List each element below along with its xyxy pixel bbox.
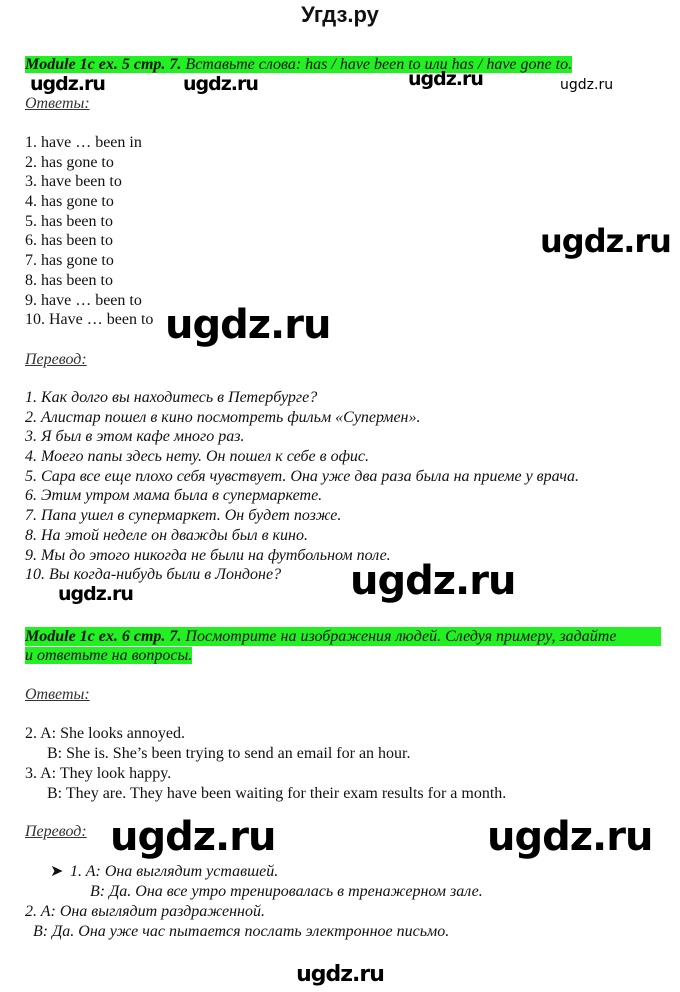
answers-label: Ответы:: [25, 686, 90, 703]
answer-item: 2. has gone to: [25, 153, 114, 171]
watermark: ugdz.ru: [110, 814, 276, 860]
translation-item: 2. A: Она выглядит раздраженной.: [25, 903, 265, 920]
watermark: ugdz.ru: [408, 68, 484, 90]
answer-item: 9. have … been to: [25, 291, 142, 309]
task1-ref: Module 1c ex. 5 стр. 7.: [25, 56, 182, 73]
answer-item: 1. have … been in: [25, 134, 142, 151]
watermark: ugdz.ru: [560, 77, 614, 93]
translation-item: B: Да. Она все утро тренировалась в трен…: [90, 883, 483, 900]
translation-item: 5. Сара все еще плохо себя чувствует. Он…: [25, 467, 580, 485]
task2-text-2: и ответьте на вопросы.: [25, 647, 193, 664]
answer-item: 7. has gone to: [25, 252, 114, 270]
answer-item: 3. have been to: [25, 173, 122, 191]
task2-ref: Module 1c ex. 6 стр. 7.: [25, 628, 182, 645]
translation-label: Перевод:: [25, 351, 87, 368]
answer-item: 5. has been to: [25, 212, 113, 230]
translation-item: 1. Как долго вы находитесь в Петербурге?: [25, 389, 318, 406]
answers-label: Ответы:: [25, 95, 90, 112]
answer-list: 1. have … been in 2. has gone to 3. have…: [25, 133, 153, 329]
site-title: Угдз.ру: [301, 2, 379, 27]
translation-item: 4. Моего папы здесь нету. Он пошел к себ…: [25, 448, 370, 466]
answer-item: 4. has gone to: [25, 193, 114, 211]
answer-item: 6. has been to: [25, 232, 113, 250]
task2-text: Посмотрите на изображения людей. Следуя …: [181, 628, 617, 645]
arrow-bullet-icon: ➤: [50, 863, 64, 880]
answer-item: 3. A: They look happy.: [25, 765, 172, 782]
answer-item: 2. A: She looks annoyed.: [25, 725, 185, 742]
translation-item: 2. Алистар пошел в кино посмотреть фильм…: [25, 408, 421, 426]
task1-heading: Module 1c ex. 5 стр. 7. Вставьте слова: …: [25, 55, 573, 74]
watermark: ugdz.ru: [296, 962, 385, 987]
answer-item: B: She is. She’s been trying to send an …: [47, 745, 411, 762]
answer-item: 8. has been to: [25, 271, 113, 289]
watermark: ugdz.ru: [58, 583, 134, 605]
translation-item: B: Да. Она уже час пытается послать элек…: [33, 923, 450, 940]
translation-list: 1. Как долго вы находитесь в Петербурге?…: [25, 388, 579, 584]
translation-item: 8. На этой неделе он дважды был в кино.: [25, 526, 308, 544]
watermark: ugdz.ru: [487, 814, 653, 860]
watermark: ugdz.ru: [183, 73, 259, 95]
answer-list-2: 2. A: She looks annoyed. B: She is. She’…: [25, 724, 506, 803]
watermark: ugdz.ru: [165, 302, 331, 348]
translation-item: 7. Папа ушел в супермаркет. Он будет поз…: [25, 507, 342, 525]
answer-item: 10. Have … been to: [25, 311, 154, 329]
watermark: ugdz.ru: [350, 558, 516, 604]
task1-text: Вставьте слова: has / have been to или h…: [181, 56, 573, 73]
translation-item: 3. Я был в этом кафе много раз.: [25, 428, 245, 446]
translation-item: 1. A: Она выглядит уставшей.: [70, 863, 279, 880]
answer-item: B: They are. They have been waiting for …: [47, 785, 507, 802]
task2-heading: Module 1c ex. 6 стр. 7. Посмотрите на из…: [25, 627, 661, 665]
translation-label: Перевод:: [25, 823, 87, 840]
watermark: ugdz.ru: [540, 222, 672, 260]
translation-item: 6. Этим утром мама была в супермаркете.: [25, 487, 323, 505]
translation-list-2: ➤ 1. A: Она выглядит уставшей. B: Да. Она…: [25, 862, 483, 941]
watermark: ugdz.ru: [30, 73, 106, 95]
